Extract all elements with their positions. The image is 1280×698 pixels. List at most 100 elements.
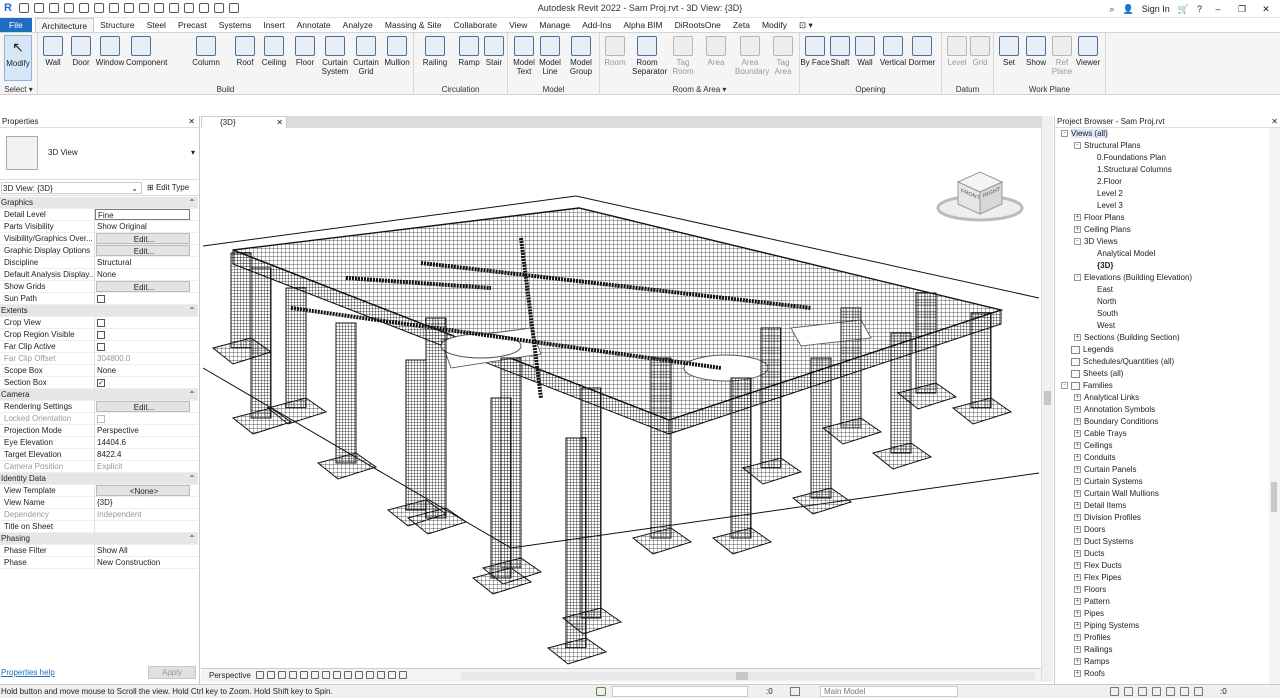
area-boundary-tool[interactable]: Area Boundary	[735, 35, 769, 76]
tree-item-profiles[interactable]: + Profiles	[1055, 632, 1269, 644]
design-options-icon[interactable]	[790, 687, 800, 696]
tree-item-curtain-panels[interactable]: + Curtain Panels	[1055, 464, 1269, 476]
shadows-icon[interactable]	[289, 671, 297, 679]
edit-type-button[interactable]: ⊞ Edit Type	[147, 182, 189, 193]
collapse-icon[interactable]: -	[1074, 142, 1081, 150]
collapse-icon[interactable]: ⌃	[186, 473, 198, 484]
expand-icon[interactable]: +	[1074, 418, 1081, 426]
tab-insert[interactable]: Insert	[257, 18, 290, 32]
structural-model-wireframe[interactable]	[201, 128, 1041, 668]
tab-structure[interactable]: Structure	[94, 18, 141, 32]
tab-systems[interactable]: Systems	[213, 18, 258, 32]
expand-icon[interactable]: +	[1074, 562, 1081, 570]
tab-file[interactable]: File	[0, 18, 32, 32]
tree-item-boundary-conditions[interactable]: + Boundary Conditions	[1055, 416, 1269, 428]
tree-item-cable-trays[interactable]: + Cable Trays	[1055, 428, 1269, 440]
render-icon[interactable]	[300, 671, 308, 679]
tree-item-sections-building-section[interactable]: + Sections (Building Section)	[1055, 332, 1269, 344]
visual-style-icon[interactable]	[267, 671, 275, 679]
tab-massing-site[interactable]: Massing & Site	[379, 18, 448, 32]
expand-icon[interactable]: +	[1074, 550, 1081, 558]
tree-item-curtain-systems[interactable]: + Curtain Systems	[1055, 476, 1269, 488]
tab-add-ins[interactable]: Add-Ins	[576, 18, 617, 32]
expand-icon[interactable]: +	[1074, 394, 1081, 402]
set-tool[interactable]: Set	[994, 35, 1024, 67]
tree-item-schedules-quantities-all[interactable]: Schedules/Quantities (all)	[1055, 356, 1269, 368]
model-group-tool[interactable]: Model Group	[566, 35, 596, 76]
tree-item-0-foundations-plan[interactable]: 0.Foundations Plan	[1055, 152, 1269, 164]
view-tab-3d[interactable]: {3D} ✕	[201, 116, 287, 128]
tab-alpha-bim[interactable]: Alpha BIM	[617, 18, 668, 32]
tree-item-ramps[interactable]: + Ramps	[1055, 656, 1269, 668]
tree-item-south[interactable]: South	[1055, 308, 1269, 320]
tree-item-1-structural-columns[interactable]: 1.Structural Columns	[1055, 164, 1269, 176]
expand-icon[interactable]: +	[1074, 406, 1081, 414]
roof-tool[interactable]: Roof	[230, 35, 260, 67]
collapse-icon[interactable]: -	[1061, 382, 1068, 390]
tag-room-tool[interactable]: Tag Room	[668, 35, 698, 76]
tree-item-families[interactable]: - Families	[1055, 380, 1269, 392]
minimize-button[interactable]: –	[1210, 4, 1226, 14]
modify-button[interactable]: ↖ Modify	[4, 35, 32, 81]
help-icon[interactable]: ?	[1197, 4, 1202, 14]
tree-item-floor-plans[interactable]: + Floor Plans	[1055, 212, 1269, 224]
tree-item-2-floor[interactable]: 2.Floor	[1055, 176, 1269, 188]
room-area-panel-label[interactable]: Room & Area ▾	[600, 85, 799, 94]
select-by-face-icon[interactable]	[1152, 687, 1161, 696]
expand-icon[interactable]: +	[1074, 334, 1081, 342]
expand-icon[interactable]: +	[1074, 574, 1081, 582]
curtain-grid-tool[interactable]: Curtain Grid	[351, 35, 381, 76]
tab-modify[interactable]: Modify	[756, 18, 793, 32]
property-value[interactable]: <None>	[96, 485, 190, 496]
property-value[interactable]: 8422.4	[95, 449, 198, 460]
tree-item-conduits[interactable]: + Conduits	[1055, 452, 1269, 464]
tree-item-railings[interactable]: + Railings	[1055, 644, 1269, 656]
tree-item-legends[interactable]: Legends	[1055, 344, 1269, 356]
tree-item-east[interactable]: East	[1055, 284, 1269, 296]
tree-item-analytical-links[interactable]: + Analytical Links	[1055, 392, 1269, 404]
dormer-tool[interactable]: Dormer	[907, 35, 937, 67]
tab-manage[interactable]: Manage	[533, 18, 576, 32]
horizontal-scrollbar[interactable]	[461, 672, 1035, 680]
expand-icon[interactable]: +	[1074, 598, 1081, 606]
property-value[interactable]: Edit...	[96, 245, 190, 256]
temp-hide-icon[interactable]	[344, 671, 352, 679]
room-tool[interactable]: Room	[600, 35, 630, 67]
tree-item-roofs[interactable]: + Roofs	[1055, 668, 1269, 680]
crop-view-icon[interactable]	[311, 671, 319, 679]
property-value[interactable]: Edit...	[96, 233, 190, 244]
design-option-dropdown[interactable]: Main Model	[820, 686, 958, 697]
mullion-tool[interactable]: Mullion	[382, 35, 412, 67]
filter-icon[interactable]	[1194, 687, 1203, 696]
tree-item-annotation-symbols[interactable]: + Annotation Symbols	[1055, 404, 1269, 416]
tree-item-ceiling-plans[interactable]: + Ceiling Plans	[1055, 224, 1269, 236]
cart-icon[interactable]: 🛒	[1178, 4, 1189, 15]
select-underlay-icon[interactable]	[1124, 687, 1133, 696]
property-value[interactable]	[95, 521, 198, 532]
expand-icon[interactable]: +	[1074, 514, 1081, 522]
horizontal-scroll-thumb[interactable]	[736, 672, 748, 680]
property-value[interactable]: {3D}	[95, 497, 198, 508]
view-cube[interactable]: FRONT RIGHT	[936, 168, 1026, 226]
tag-area-tool[interactable]: Tag Area	[768, 35, 798, 76]
detail-level-icon[interactable]	[256, 671, 264, 679]
tree-item-pipes[interactable]: + Pipes	[1055, 608, 1269, 620]
close-icon[interactable]: ✕	[1271, 116, 1278, 128]
browser-scrollbar[interactable]	[1269, 128, 1280, 684]
railing-tool[interactable]: Railing	[420, 35, 450, 67]
property-value[interactable]: None	[95, 269, 198, 280]
wall-tool[interactable]: Wall	[850, 35, 880, 67]
collapse-icon[interactable]: ⌃	[186, 389, 198, 400]
sign-in-link[interactable]: Sign In	[1142, 4, 1170, 14]
show-crop-icon[interactable]	[322, 671, 330, 679]
reveal-hidden-icon[interactable]	[355, 671, 363, 679]
property-value[interactable]: New Construction	[95, 557, 198, 568]
expand-icon[interactable]: +	[1074, 646, 1081, 654]
expand-icon[interactable]: +	[1074, 502, 1081, 510]
tree-item-pattern[interactable]: + Pattern	[1055, 596, 1269, 608]
checkbox[interactable]	[97, 343, 105, 351]
expand-icon[interactable]: +	[1074, 454, 1081, 462]
3d-viewport[interactable]: FRONT RIGHT	[201, 128, 1041, 668]
property-value[interactable]: Show All	[95, 545, 198, 556]
vertical-scroll-thumb[interactable]	[1044, 391, 1051, 405]
